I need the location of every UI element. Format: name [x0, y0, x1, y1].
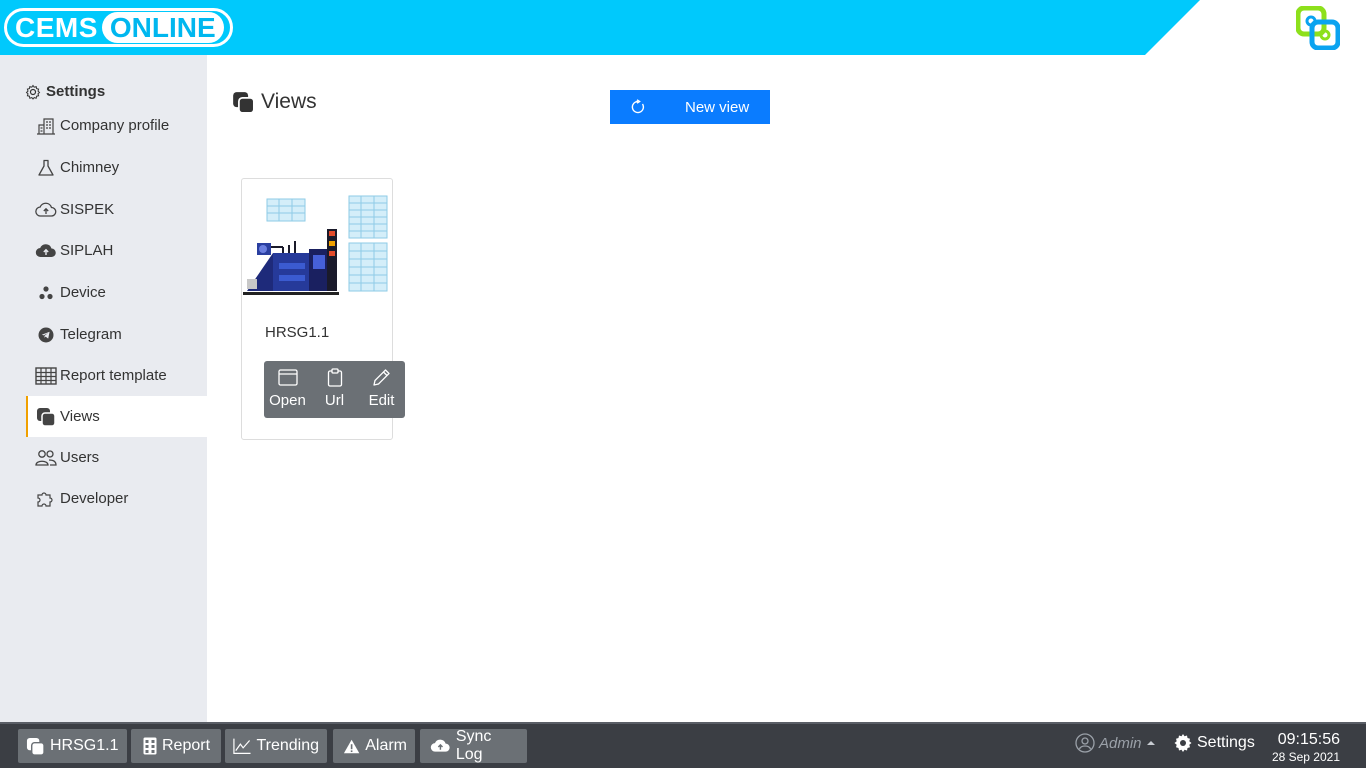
user-name: Admin — [1099, 734, 1142, 752]
sidebar-item-views[interactable]: Views — [26, 396, 207, 437]
views-icon — [35, 406, 57, 428]
bottom-taskbar: HRSG1.1 Report Trending Alarm Sync Log A… — [0, 722, 1366, 768]
sidebar-item-label: Company profile — [60, 117, 170, 134]
cloud-upload-icon — [35, 240, 57, 262]
logo-text-cems: CEMS — [15, 11, 98, 43]
gear-icon — [25, 84, 41, 100]
warning-icon — [343, 739, 360, 753]
sidebar-item-label: Report template — [60, 367, 167, 384]
page-title-label: Views — [261, 90, 317, 113]
sidebar-item-label: Users — [60, 449, 100, 466]
sidebar-title: Settings — [25, 83, 105, 100]
settings-sidebar: Settings Company profile Chimney SISPEK … — [0, 55, 207, 722]
page-title: Views — [232, 90, 317, 114]
edit-button[interactable]: Edit — [358, 361, 405, 418]
sidebar-item-company-profile[interactable]: Company profile — [26, 105, 207, 146]
view-card-name: HRSG1.1 — [265, 324, 330, 341]
clock-time: 09:15:56 — [1277, 731, 1340, 748]
calculator-icon — [143, 737, 157, 755]
window-icon — [277, 366, 298, 388]
sidebar-item-label: Views — [60, 408, 100, 425]
view-card[interactable]: HRSG1.1 Open Url Edit — [241, 178, 405, 440]
taskbar-settings-button[interactable]: Settings — [1173, 733, 1255, 753]
pencil-icon — [372, 366, 391, 388]
taskbar-synclog-button[interactable]: Sync Log — [420, 728, 527, 763]
open-label: Open — [269, 392, 306, 409]
views-icon — [233, 91, 255, 114]
taskbar-alarm-button[interactable]: Alarm — [333, 729, 415, 763]
taskbar-trending-button[interactable]: Trending — [225, 729, 327, 763]
clipboard-icon — [327, 366, 343, 388]
sidebar-item-chimney[interactable]: Chimney — [26, 147, 207, 188]
url-button[interactable]: Url — [311, 361, 358, 418]
cloud-upload-icon — [430, 739, 450, 752]
logo-text-online: ONLINE — [101, 12, 224, 43]
telegram-icon — [35, 324, 57, 346]
app-header: CEMS ONLINE — [0, 0, 1366, 55]
open-button[interactable]: Open — [264, 361, 311, 418]
view-card-actions: Open Url Edit — [264, 361, 405, 418]
taskbar-synclog-label: Sync Log — [455, 728, 492, 763]
sidebar-item-developer[interactable]: Developer — [26, 478, 207, 519]
view-thumbnail — [243, 195, 388, 295]
sidebar-item-siplah[interactable]: SIPLAH — [26, 230, 207, 271]
refresh-icon — [610, 99, 666, 115]
sidebar-item-label: Device — [60, 284, 106, 301]
cloud-upload-outline-icon — [35, 199, 57, 221]
chart-line-icon — [233, 738, 251, 754]
new-view-label: New view — [685, 98, 750, 116]
views-icon — [26, 737, 45, 756]
caret-up-icon — [1146, 741, 1155, 745]
sidebar-item-label: Chimney — [60, 159, 120, 176]
sidebar-item-sispek[interactable]: SISPEK — [26, 189, 207, 230]
taskbar-report-button[interactable]: Report — [131, 729, 221, 763]
clock-date: 28 Sep 2021 — [1271, 750, 1340, 764]
clock: 09:15:56 28 Sep 2021 — [1272, 731, 1340, 764]
gear-icon — [1174, 734, 1192, 752]
table-icon — [35, 365, 57, 387]
main-content: Views New view HRSG1.1 Open Url Edit — [207, 55, 1366, 722]
app-logo[interactable]: CEMS ONLINE — [4, 8, 233, 47]
sidebar-title-label: Settings — [46, 83, 106, 100]
new-view-button[interactable]: New view — [610, 90, 770, 124]
taskbar-report-label: Report — [162, 737, 211, 754]
user-menu[interactable]: Admin — [1075, 733, 1161, 753]
taskbar-hrsg-button[interactable]: HRSG1.1 — [18, 729, 127, 763]
edit-label: Edit — [368, 392, 395, 409]
sidebar-item-label: Telegram — [60, 326, 122, 343]
users-icon — [35, 447, 57, 469]
taskbar-trending-label: Trending — [256, 737, 319, 754]
sidebar-item-users[interactable]: Users — [26, 437, 207, 478]
app-link-icon[interactable] — [1296, 6, 1340, 50]
taskbar-alarm-label: Alarm — [365, 737, 407, 754]
sidebar-item-telegram[interactable]: Telegram — [26, 314, 207, 355]
building-icon — [35, 115, 57, 137]
sidebar-item-label: SISPEK — [60, 201, 115, 218]
flask-icon — [35, 157, 57, 179]
taskbar-hrsg-label: HRSG1.1 — [50, 737, 119, 754]
url-label: Url — [324, 392, 345, 409]
sidebar-item-device[interactable]: Device — [26, 272, 207, 313]
logo-badge: CEMS ONLINE — [4, 8, 233, 47]
taskbar-settings-label: Settings — [1197, 734, 1255, 751]
sidebar-item-label: SIPLAH — [60, 242, 114, 259]
puzzle-icon — [35, 488, 57, 510]
device-nodes-icon — [35, 282, 57, 304]
sidebar-item-report-template[interactable]: Report template — [26, 355, 207, 396]
sidebar-item-label: Developer — [60, 490, 129, 507]
user-circle-icon — [1075, 733, 1095, 753]
